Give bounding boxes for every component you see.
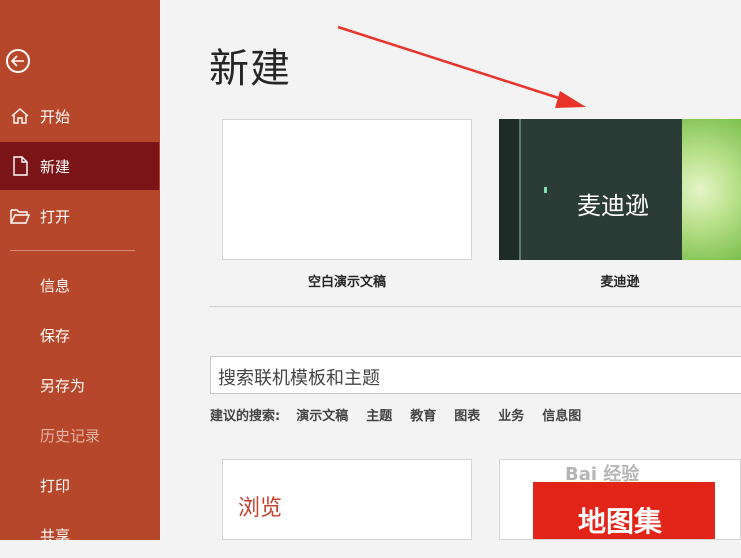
annotation-arrow xyxy=(337,25,586,108)
